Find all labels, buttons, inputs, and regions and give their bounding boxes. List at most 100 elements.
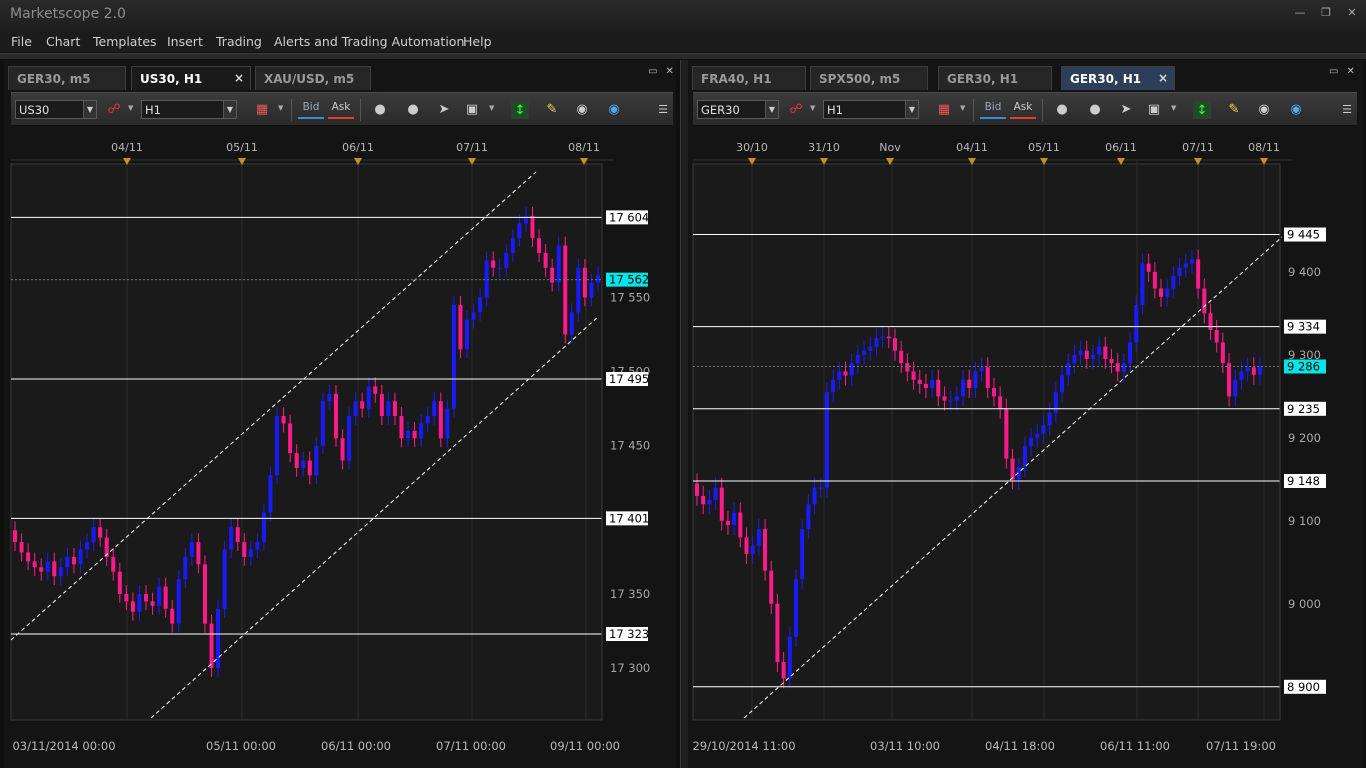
candle-body [320,401,325,446]
candle-body [216,608,221,669]
panel-close-icon[interactable]: ✕ [665,66,673,77]
candle-body [979,367,984,372]
bid-button[interactable]: Bid [980,99,1006,119]
menu-icon[interactable]: ☰ [654,101,672,119]
close-tab-icon[interactable]: × [1158,71,1168,85]
minimize-icon[interactable]: — [1294,7,1306,19]
menu-file[interactable]: File [11,34,32,49]
candle-body [793,578,798,638]
menu-help[interactable]: Help [463,34,492,49]
menu-templates[interactable]: Templates [93,34,157,49]
candle-body [517,223,522,239]
ask-button[interactable]: Ask [1010,99,1036,119]
zoom-out-icon[interactable]: ● [1086,101,1104,119]
candle-body [563,245,568,335]
timeframe-select[interactable]: H1 ▼ [823,100,919,119]
crosshair-icon[interactable]: ▣ [1145,101,1163,119]
chart-type-icon[interactable]: ▦ [253,101,271,119]
crosshair-icon[interactable]: ▣ [463,101,481,119]
candle-body [176,579,181,624]
close-tab-icon[interactable]: × [234,71,244,85]
zoom-in-icon[interactable]: ● [371,101,389,119]
globe-icon[interactable]: ◉ [1287,101,1305,119]
cursor-icon[interactable]: ➤ [1117,101,1135,119]
zoom-out-icon[interactable]: ● [404,101,422,119]
top-date-label: 06/11 [342,141,374,154]
link-icon[interactable]: ☍ [787,101,805,119]
ger30-chart[interactable]: 30/10 31/10 Nov 04/11 05/11 06/11 07/11 08/11 29… [688,134,1362,768]
right-chart-panel: FRA40, H1 SPX500, m5 GER30, H1 GER30, H1… [688,60,1362,768]
instrument-select[interactable]: GER30 ▼ [697,100,779,119]
candle-body [550,267,555,283]
tab-us30-h1[interactable]: US30, H1 × [131,66,251,90]
eye-icon[interactable]: ◉ [1255,101,1273,119]
link-icon[interactable]: ☍ [105,101,123,119]
tab-fra40-h1[interactable]: FRA40, H1 [692,66,806,90]
tab-ger30-m5[interactable]: GER30, m5 [8,66,126,90]
autoscroll-icon[interactable]: ↕ [1193,101,1211,119]
candle-body [576,267,581,313]
candle-body [596,275,600,283]
candle-body [360,401,365,409]
timeframe-select[interactable]: H1 ▼ [141,100,237,119]
candle-body [275,416,280,476]
candle-body [991,388,996,397]
panel-restore-icon[interactable]: ▭ [1329,66,1338,77]
candle-body [373,386,378,394]
menu-trading[interactable]: Trading [216,34,262,49]
tab-spx500-m5[interactable]: SPX500, m5 [810,66,928,90]
chevron-down-icon[interactable]: ▼ [960,104,965,112]
candle-body [1220,342,1225,364]
candle-body [32,561,37,568]
autoscroll-icon[interactable]: ↕ [511,101,529,119]
candle-body [530,215,535,239]
ask-button[interactable]: Ask [328,99,354,119]
chevron-down-icon[interactable]: ▼ [1171,104,1176,112]
restore-icon[interactable]: ❐ [1320,7,1332,19]
candle-body [19,542,24,553]
note-icon[interactable]: ✎ [1225,101,1243,119]
candle-body [1128,342,1133,364]
menu-icon[interactable]: ☰ [1338,101,1356,119]
chart-type-icon[interactable]: ▦ [935,101,953,119]
tab-ger30-h1-b[interactable]: GER30, H1 × [1061,66,1175,90]
close-icon[interactable]: ✕ [1346,7,1358,19]
candle-body [301,460,306,468]
y-tick-label: 17 450 [610,439,650,453]
candle-body [905,363,910,372]
top-date-label: 06/11 [1105,141,1137,154]
candle-body [1196,259,1201,289]
panel-close-icon[interactable]: ✕ [1346,66,1354,77]
tab-ger30-h1-a[interactable]: GER30, H1 [938,66,1052,90]
toolbar-separator [291,99,292,121]
bid-button[interactable]: Bid [298,99,324,119]
candle-body [942,396,947,401]
candle-body [52,561,57,577]
chevron-down-icon[interactable]: ▼ [489,104,494,112]
menu-chart[interactable]: Chart [46,34,80,49]
panel-splitter[interactable] [680,60,688,768]
chevron-down-icon[interactable]: ▼ [278,104,283,112]
tab-xauusd-m5[interactable]: XAU/USD, m5 [255,66,371,90]
chevron-down-icon[interactable]: ▼ [128,104,133,112]
note-icon[interactable]: ✎ [543,101,561,119]
panel-restore-icon[interactable]: ▭ [648,66,657,77]
level-label: 9 334 [1287,320,1320,334]
menu-insert[interactable]: Insert [167,34,203,49]
us30-chart[interactable]: 04/11 05/11 06/11 07/11 08/11 03/11/2014 00:0… [4,134,676,768]
instrument-select[interactable]: US30 ▼ [15,100,97,119]
menu-alerts[interactable]: Alerts and Trading Automation [274,34,464,49]
candle-body [1214,329,1219,343]
cursor-icon[interactable]: ➤ [435,101,453,119]
candle-body [961,379,966,397]
candle-body [781,661,786,679]
zoom-in-icon[interactable]: ● [1053,101,1071,119]
candle-body [1041,425,1046,434]
eye-icon[interactable]: ◉ [573,101,591,119]
candle-body [800,529,805,579]
chevron-down-icon[interactable]: ▼ [810,104,815,112]
globe-icon[interactable]: ◉ [605,101,623,119]
candle-body [843,371,848,376]
top-date-label: 30/10 [736,141,768,154]
chart-toolbar: GER30 ▼ ☍ ▼ H1 ▼ ▦ ▼ Bid Ask ● ● ➤ ▣ ▼ ↕ ✎… [693,92,1357,126]
